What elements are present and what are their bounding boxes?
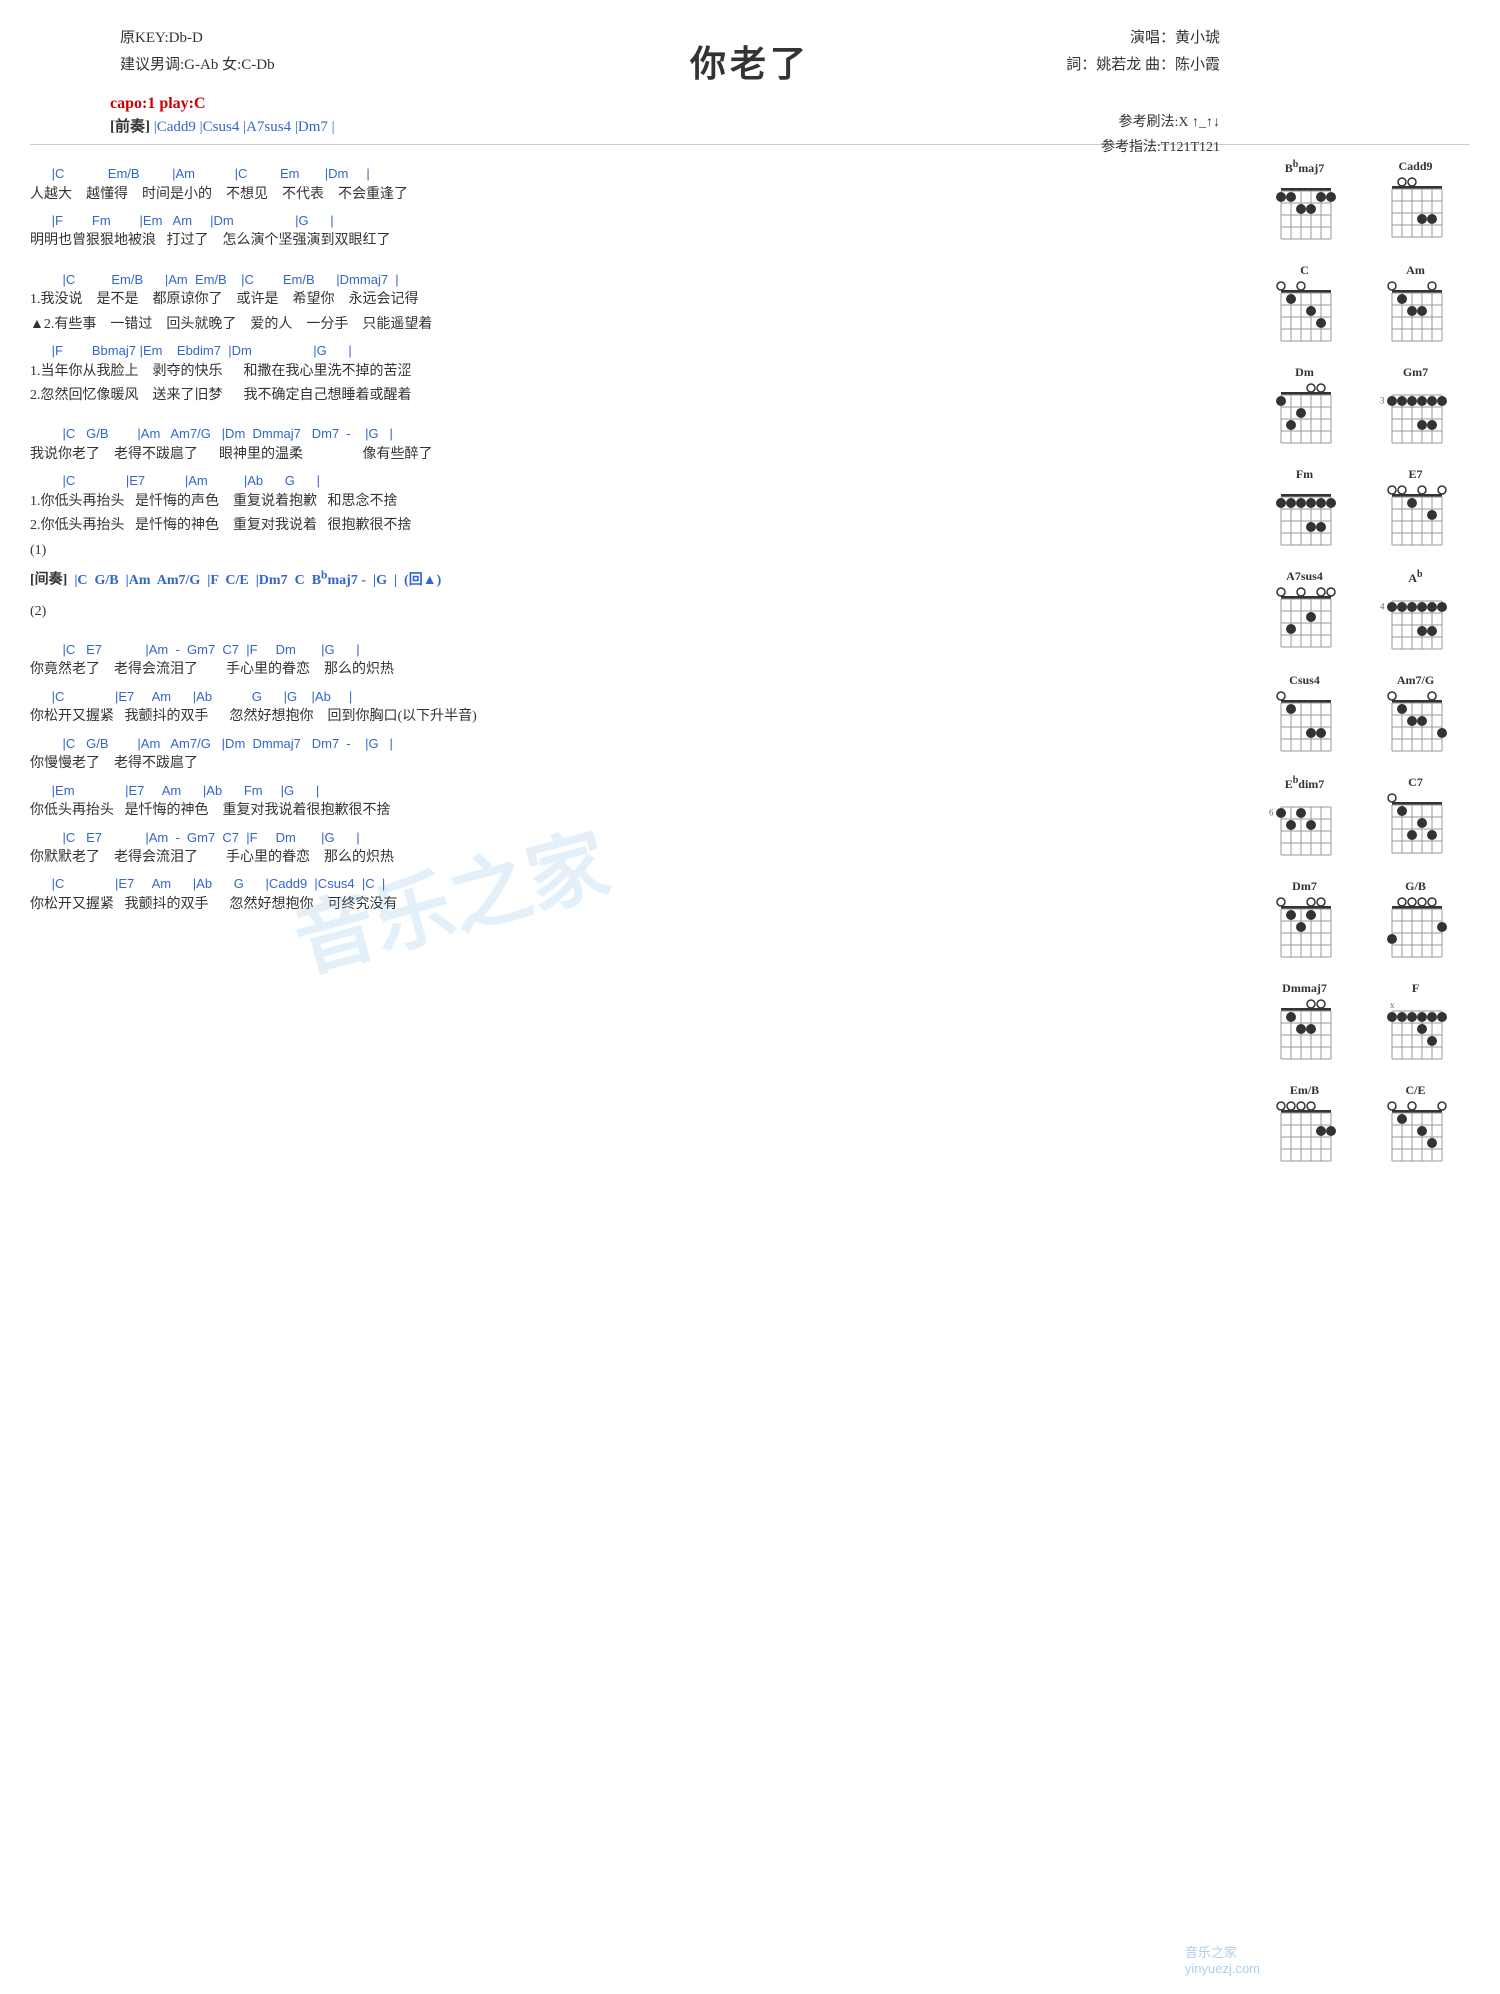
lyric-line: [间奏] |C G/B |Am Am7/G |F C/E |Dm7 C Bbma… [30, 568, 1230, 589]
chord-diagram-A7sus4: A7sus4 [1256, 569, 1353, 661]
lyric-line: |C |E7 Am |Ab G |Cadd9 |Csus4 |C | [30, 874, 1230, 894]
finger-pattern: 参考指法:T121T121 [1101, 135, 1220, 160]
page: 你老了 原KEY:Db-D 建议男调:G-Ab 女:C-Db 演唱：黄小琥 詞：… [0, 0, 1500, 1994]
chord-diagram-Am: Am [1367, 263, 1464, 353]
strum-pattern: 参考刷法:X ↑_↑↓ [1101, 110, 1220, 135]
chord-diagram-C7: C7 [1367, 775, 1464, 867]
chord-diagrams: Bbmaj7Cadd9CAmDmGm73FmE7A7sus4Ab4Csus4Am… [1250, 155, 1470, 1177]
lyric-line: |C |E7 Am |Ab G |G |Ab | [30, 687, 1230, 707]
intro-line: [前奏] |Cadd9 |Csus4 |A7sus4 |Dm7 | [110, 115, 1470, 136]
lyric-line: |C Em/B |Am |C Em |Dm | [30, 164, 1230, 184]
chord-diagram-Ab: Ab4 [1367, 569, 1464, 661]
lyric-line [30, 255, 1230, 265]
meta-right: 演唱：黄小琥 詞：姚若龙 曲：陈小霞 [1066, 25, 1220, 79]
lyric-line: 2.你低头再抬头 是忏悔的神色 重复对我说着 很抱歉很不捨 [30, 515, 1230, 537]
lyric-line: 你竟然老了 老得会流泪了 手心里的眷恋 那么的炽热 [30, 659, 1230, 681]
lyric-line: 1.我没说 是不是 都原谅你了 或许是 希望你 永远会记得 [30, 289, 1230, 311]
lyric-line: 你松开又握紧 我颤抖的双手 忽然好想抱你 可终究没有 [30, 894, 1230, 916]
lyric-line: (2) [30, 601, 1230, 623]
lyric-line: 1.当年你从我脸上 剥夺的快乐 和撒在我心里洗不掉的苦涩 [30, 361, 1230, 383]
svg-text:3: 3 [1380, 395, 1385, 405]
diagram-grid: Bbmaj7Cadd9CAmDmGm73FmE7A7sus4Ab4Csus4Am… [1250, 155, 1470, 1177]
chord-diagram-Gm7: Gm73 [1367, 365, 1464, 455]
watermark-url: 音乐之家yinyuezj.com [1185, 1942, 1260, 1976]
meta-left: 原KEY:Db-D 建议男调:G-Ab 女:C-Db [120, 25, 275, 79]
lyric-line: (1) [30, 540, 1230, 562]
chord-diagram-CE: C/E [1367, 1083, 1464, 1173]
lyric-line: 1.你低头再抬头 是忏悔的声色 重复说着抱歉 和思念不捨 [30, 491, 1230, 513]
lyric-line: ▲2.有些事 一错过 回头就晚了 爱的人 一分手 只能遥望着 [30, 314, 1230, 336]
lyric-line: |Em |E7 Am |Ab Fm |G | [30, 781, 1230, 801]
lyric-line: 你慢慢老了 老得不跋扈了 [30, 753, 1230, 775]
chord-diagram-Cadd9: Cadd9 [1367, 159, 1464, 251]
lyric-line: |C E7 |Am - Gm7 C7 |F Dm |G | [30, 828, 1230, 848]
original-key: 原KEY:Db-D [120, 25, 275, 52]
suggested-key: 建议男调:G-Ab 女:C-Db [120, 52, 275, 79]
svg-text:x: x [1390, 1000, 1395, 1010]
lyric-line: 你默默老了 老得会流泪了 手心里的眷恋 那么的炽热 [30, 847, 1230, 869]
lyric-line: |F Fm |Em Am |Dm |G | [30, 211, 1230, 231]
lyric-line: |C G/B |Am Am7/G |Dm Dmmaj7 Dm7 - |G | [30, 734, 1230, 754]
strum-info: 参考刷法:X ↑_↑↓ 参考指法:T121T121 [1101, 110, 1220, 160]
lyric-line: 明明也曾狠狠地被浪 打过了 怎么演个坚强演到双眼红了 [30, 230, 1230, 252]
lyric-line: |F Bbmaj7 |Em Ebdim7 |Dm |G | [30, 341, 1230, 361]
lyric-line: |C |E7 |Am |Ab G | [30, 471, 1230, 491]
capo-text: capo:1 play:C [110, 95, 206, 112]
lyric-line: 你松开又握紧 我颤抖的双手 忽然好想抱你 回到你胸口(以下升半音) [30, 706, 1230, 728]
lyric-line: |C Em/B |Am Em/B |C Em/B |Dmmaj7 | [30, 270, 1230, 290]
chord-diagram-Ebdim7: Ebdim76 [1256, 775, 1353, 867]
chord-diagram-C: C [1256, 263, 1353, 353]
chord-diagram-F: Fx [1367, 981, 1464, 1071]
chord-diagram-GB: G/B [1367, 879, 1464, 969]
chord-diagram-Fm: Fm [1256, 467, 1353, 557]
lyric-line: |C E7 |Am - Gm7 C7 |F Dm |G | [30, 640, 1230, 660]
lyric-line [30, 409, 1230, 419]
chord-diagram-Csus4: Csus4 [1256, 673, 1353, 763]
lyric-line: 你低头再抬头 是忏悔的神色 重复对我说着很抱歉很不捨 [30, 800, 1230, 822]
lyrics-section: |C Em/B |Am |C Em |Dm |人越大 越懂得 时间是小的 不想见… [30, 155, 1250, 1177]
lyric-line: 我说你老了 老得不跋扈了 眼神里的温柔 像有些醉了 [30, 444, 1230, 466]
svg-text:6: 6 [1269, 807, 1274, 817]
lyric-line: 人越大 越懂得 时间是小的 不想见 不代表 不会重逢了 [30, 184, 1230, 206]
intro-label: [前奏] [110, 119, 150, 135]
lyric-line [30, 591, 1230, 601]
lyric-line: 2.忽然回忆像暖风 送来了旧梦 我不确定自己想睡着或醒着 [30, 385, 1230, 407]
singer: 演唱：黄小琥 [1066, 25, 1220, 52]
chord-diagram-E7: E7 [1367, 467, 1464, 557]
chord-diagram-Dm: Dm [1256, 365, 1353, 455]
chord-diagram-Dmmaj7: Dmmaj7 [1256, 981, 1353, 1071]
credits: 詞：姚若龙 曲：陈小霞 [1066, 52, 1220, 79]
song-title: 你老了 [690, 44, 810, 84]
chord-diagram-EmB: Em/B [1256, 1083, 1353, 1173]
lyric-line [30, 155, 1230, 159]
chord-diagram-Dm7: Dm7 [1256, 879, 1353, 969]
chord-diagram-Bbmaj7: Bbmaj7 [1256, 159, 1353, 251]
intro-chords: |Cadd9 |Csus4 |A7sus4 |Dm7 | [154, 119, 335, 135]
chord-diagram-Am7G: Am7/G [1367, 673, 1464, 763]
lyric-line [30, 625, 1230, 635]
lyric-line: |C G/B |Am Am7/G |Dm Dmmaj7 Dm7 - |G | [30, 424, 1230, 444]
svg-text:4: 4 [1380, 601, 1385, 611]
